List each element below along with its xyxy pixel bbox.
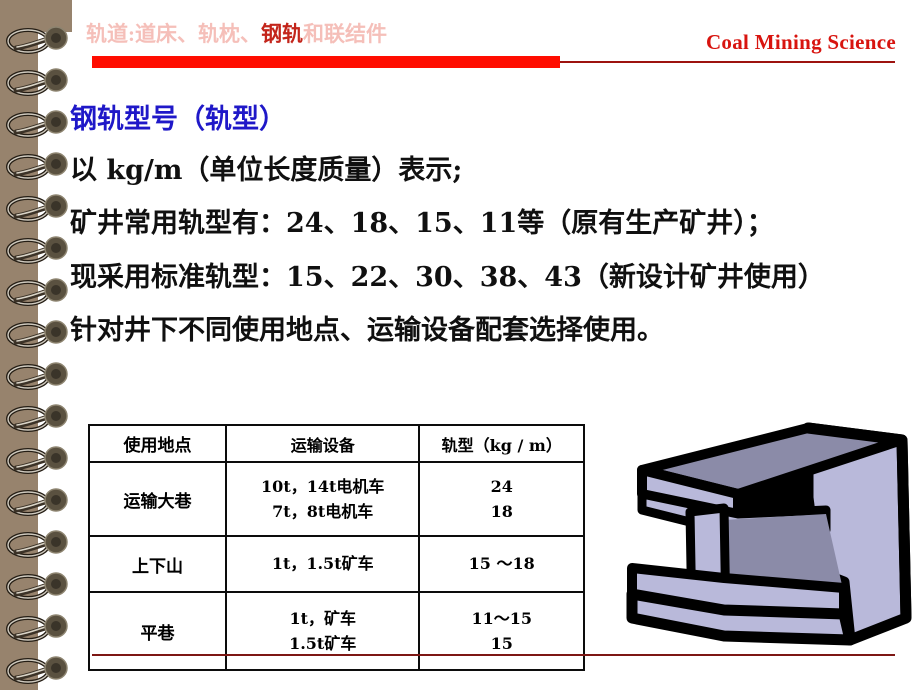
cell-equipment-line: 1t，1.5t矿车 <box>271 554 374 573</box>
cell-railtype: 15 ～18 <box>418 535 585 593</box>
cell-place: 运输大巷 <box>88 461 227 537</box>
cell-place: 平巷 <box>88 591 227 671</box>
table-header-railtype: 轨型（kg / m） <box>418 424 585 463</box>
slide-topic-title: 轨道:道床、轨枕、钢轨和联结件 <box>86 21 387 47</box>
body-line-3: 现采用标准轨型：15、22、30、38、43（新设计矿井使用） <box>70 262 825 293</box>
cell-equipment-line: 1.5t矿车 <box>289 634 357 653</box>
binding-page-edge <box>38 32 72 690</box>
steel-rail-illustration <box>626 422 912 646</box>
cell-equipment: 1t，矿车 1.5t矿车 <box>224 591 421 671</box>
cell-railtype-line: 24 <box>490 477 513 496</box>
slide-canvas: 轨道:道床、轨枕、钢轨和联结件 Coal Mining Science 钢轨型号… <box>0 0 920 690</box>
topic-title-prefix: 轨道:道床、轨枕、 <box>86 22 261 46</box>
body-line-1: 以 kg/m（单位长度质量）表示; <box>70 155 463 186</box>
header-accent-rule <box>560 61 895 63</box>
cell-equipment-line: 1t，矿车 <box>289 609 356 628</box>
body-line-2: 矿井常用轨型有：24、18、15、11等（原有生产矿井）； <box>70 208 774 239</box>
table-header-equipment: 运输设备 <box>224 424 421 463</box>
table-row: 运输大巷 10t，14t电机车 7t，8t电机车 24 18 <box>88 461 585 537</box>
footer-rule <box>92 654 895 656</box>
body-heading: 钢轨型号（轨型） <box>70 104 286 135</box>
topic-title-emphasis: 钢轨 <box>261 22 303 46</box>
cell-equipment-line: 10t，14t电机车 <box>261 477 385 496</box>
rail-type-table: 使用地点 运输设备 轨型（kg / m） 运输大巷 10t，14t电机车 7t，… <box>88 424 585 671</box>
topic-title-suffix: 和联结件 <box>303 22 387 46</box>
binding-strip <box>0 32 38 690</box>
header-accent-bar <box>92 56 560 68</box>
table-header-place: 使用地点 <box>88 424 227 463</box>
cell-railtype-line: 15 ～18 <box>468 554 535 573</box>
cell-railtype-line: 11～15 <box>471 609 532 628</box>
cell-equipment: 1t，1.5t矿车 <box>224 535 421 593</box>
cell-railtype-line: 18 <box>490 502 513 521</box>
cell-railtype-line: 15 <box>490 634 513 653</box>
cell-equipment-line: 7t，8t电机车 <box>272 502 374 521</box>
cell-railtype: 11～15 15 <box>418 591 585 671</box>
cell-railtype: 24 18 <box>418 461 585 537</box>
table-row: 上下山 1t，1.5t矿车 15 ～18 <box>88 535 585 593</box>
body-line-4: 针对井下不同使用地点、运输设备配套选择使用。 <box>70 315 664 346</box>
binding-strip-top <box>0 0 72 32</box>
table-header-row: 使用地点 运输设备 轨型（kg / m） <box>88 424 585 463</box>
cell-place: 上下山 <box>88 535 227 593</box>
table-row: 平巷 1t，矿车 1.5t矿车 11～15 15 <box>88 591 585 671</box>
cell-equipment: 10t，14t电机车 7t，8t电机车 <box>224 461 421 537</box>
course-title: Coal Mining Science <box>705 30 896 54</box>
